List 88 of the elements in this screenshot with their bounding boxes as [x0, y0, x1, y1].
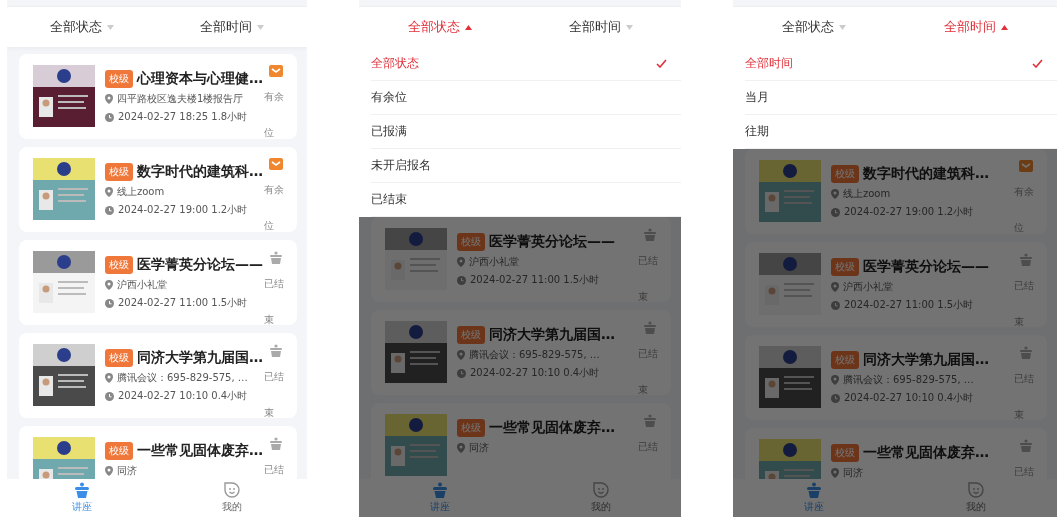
lecture-title: 一些常见固体废弃…	[489, 419, 615, 437]
lecture-title: 医学菁英分论坛——	[137, 256, 263, 274]
status-text: 有余位	[264, 90, 285, 140]
lecture-title: 数字时代的建筑科…	[863, 165, 989, 183]
level-tag: 校级	[105, 256, 133, 274]
level-tag: 校级	[105, 442, 133, 460]
level-tag: 校级	[105, 349, 133, 367]
filter-tab[interactable]: 全部状态	[359, 7, 520, 47]
location-pin-icon	[457, 350, 465, 360]
dropdown-option[interactable]: 当月	[745, 81, 1057, 115]
level-tag: 校级	[831, 258, 859, 276]
clock-icon	[831, 393, 840, 403]
lecture-title: 同济大学第九届国…	[137, 349, 263, 367]
level-tag: 校级	[457, 326, 485, 344]
lecture-card[interactable]: 校级 医学菁英分论坛—— 沪西小礼堂 2024-02-27 11:00 1.5小时 已结束	[19, 240, 297, 325]
filter-tab[interactable]: 全部时间	[520, 7, 681, 47]
lecture-title: 一些常见固体废弃…	[863, 444, 989, 462]
time-text: 2024-02-27 10:10 0.4小时	[844, 391, 974, 405]
clock-icon	[831, 300, 840, 310]
location-pin-icon	[105, 187, 113, 197]
lecture-title: 数字时代的建筑科…	[137, 163, 263, 181]
location-text: 线上zoom	[117, 185, 165, 199]
time-text: 2024-02-27 10:10 0.4小时	[470, 366, 600, 380]
clock-icon	[105, 298, 114, 308]
location-text: 四平路校区逸夫楼1楼报告厅	[117, 92, 244, 106]
lecture-title: 同济大学第九届国…	[489, 326, 615, 344]
lecture-title: 医学菁英分论坛——	[863, 258, 989, 276]
lecture-card[interactable]: 校级 数字时代的建筑科… 线上zoom 2024-02-27 19:00 1.2小时 有余位	[19, 147, 297, 232]
filter-tab[interactable]: 全部状态	[733, 7, 895, 47]
clock-icon	[105, 205, 114, 215]
location-pin-icon	[457, 443, 465, 453]
clock-icon	[831, 207, 840, 217]
clock-icon	[457, 368, 466, 378]
dropdown-option[interactable]: 已报满	[371, 115, 681, 149]
clock-icon	[457, 275, 466, 285]
time-text: 2024-02-27 11:00 1.5小时	[844, 298, 974, 312]
dropdown-option[interactable]: 有余位	[371, 81, 681, 115]
dropdown-option[interactable]: 全部时间	[745, 47, 1057, 81]
filter-tab[interactable]: 全部状态	[7, 7, 157, 47]
level-tag: 校级	[105, 70, 133, 88]
location-pin-icon	[831, 282, 839, 292]
location-pin-icon	[105, 280, 113, 290]
location-pin-icon	[105, 373, 113, 383]
level-tag: 校级	[457, 233, 485, 251]
time-text: 2024-02-27 18:25 1.8小时	[118, 110, 248, 124]
filter-tab[interactable]: 全部时间	[157, 7, 307, 47]
location-pin-icon	[105, 94, 113, 104]
location-text: 同济	[117, 464, 137, 478]
location-text: 腾讯会议：695-829-575, …	[117, 371, 248, 385]
dropdown-option[interactable]: 未开启报名	[371, 149, 681, 183]
location-text: 同济	[469, 441, 489, 455]
status-text: 已结	[264, 463, 285, 477]
location-pin-icon	[831, 189, 839, 199]
lecture-card[interactable]: 校级 一些常见固体废弃… 同济 已结	[19, 426, 297, 479]
time-text: 2024-02-27 19:00 1.2小时	[118, 203, 248, 217]
time-text: 2024-02-27 11:00 1.5小时	[470, 273, 600, 287]
lecture-card[interactable]: 校级 心理资本与心理健… 四平路校区逸夫楼1楼报告厅 2024-02-27 18:25 1.8小时 有余位	[19, 54, 297, 139]
location-text: 同济	[843, 466, 863, 479]
clock-icon	[105, 112, 114, 122]
location-pin-icon	[105, 466, 113, 476]
location-text: 腾讯会议：695-829-575, …	[469, 348, 600, 362]
time-text: 2024-02-27 19:00 1.2小时	[844, 205, 974, 219]
level-tag: 校级	[457, 419, 485, 437]
lecture-title: 医学菁英分论坛——	[489, 233, 615, 251]
lecture-card[interactable]: 校级 同济大学第九届国… 腾讯会议：695-829-575, … 2024-02-27 10:10 0.4小时 已结束	[19, 333, 297, 418]
lecture-title: 一些常见固体废弃…	[137, 442, 263, 460]
clock-icon	[105, 391, 114, 401]
tab-item[interactable]: 讲座	[7, 479, 157, 517]
location-pin-icon	[457, 257, 465, 267]
lecture-title: 同济大学第九届国…	[863, 351, 989, 369]
level-tag: 校级	[831, 351, 859, 369]
tab-item[interactable]: 我的	[157, 479, 307, 517]
status-text: 有余位	[264, 183, 285, 233]
lecture-title: 心理资本与心理健…	[137, 70, 263, 88]
filter-tab[interactable]: 全部时间	[895, 7, 1057, 47]
dropdown-option[interactable]: 全部状态	[371, 47, 681, 81]
time-text: 2024-02-27 11:00 1.5小时	[118, 296, 248, 310]
location-text: 沪西小礼堂	[843, 280, 893, 294]
location-text: 沪西小礼堂	[117, 278, 167, 292]
time-text: 2024-02-27 10:10 0.4小时	[118, 389, 248, 403]
level-tag: 校级	[831, 165, 859, 183]
location-text: 腾讯会议：695-829-575, …	[843, 373, 974, 387]
status-text: 已结束	[264, 370, 285, 420]
level-tag: 校级	[831, 444, 859, 462]
level-tag: 校级	[105, 163, 133, 181]
location-pin-icon	[831, 375, 839, 385]
status-text: 已结束	[264, 277, 285, 327]
location-text: 沪西小礼堂	[469, 255, 519, 269]
